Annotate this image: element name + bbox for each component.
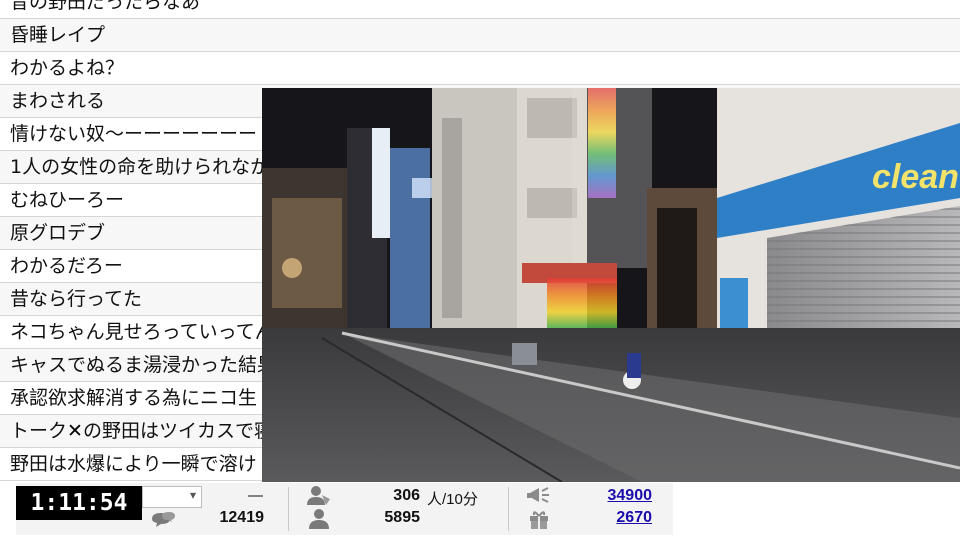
comment-icon (152, 512, 175, 527)
comment-text: 原グロデブ (10, 222, 106, 244)
comment-text: 情けない奴〜ーーーーーーー (10, 123, 258, 145)
comment-text: 昔なら行ってた (10, 288, 143, 310)
total-viewers-count: 5895 (384, 509, 420, 526)
comment-row[interactable]: 昏睡レイプ (0, 19, 960, 52)
comment-text: わかるだろー (10, 255, 123, 277)
dash-label: — (248, 487, 263, 504)
x-mark-icon: ✕ (67, 420, 83, 442)
comment-text-after: の野田はツイカスで寝 (82, 420, 273, 442)
total-viewers-icon (309, 509, 329, 529)
elapsed-time: 1:11:54 (16, 486, 142, 520)
comment-row[interactable]: わかるよね？ (0, 52, 960, 85)
comment-text: 昔の野田だったらなあ (10, 0, 201, 13)
active-viewers-unit: 人/10分 (427, 491, 478, 508)
divider (288, 487, 289, 531)
shop-sign: clean (872, 158, 959, 196)
comment-row[interactable]: 昔の野田だったらなあ (0, 0, 960, 19)
comment-text: まわされる (10, 90, 106, 112)
chevron-down-icon: ▾ (189, 488, 196, 502)
comment-text: わかるよね？ (10, 57, 125, 79)
status-bar: 1:11:54 ▾ — 12419 306 人/10分 5895 34900 2… (16, 483, 673, 535)
street-scene: clean (262, 88, 960, 482)
points-icon (527, 487, 549, 503)
divider (508, 487, 509, 531)
quality-dropdown[interactable]: ▾ (142, 486, 202, 508)
comment-text: キャスでぬるま湯浸かった結果 (10, 354, 277, 376)
active-viewers-icon (307, 486, 330, 505)
comment-count: 12419 (219, 509, 265, 526)
gift-icon (530, 511, 548, 529)
comment-text: むねひーろー (10, 189, 125, 211)
comment-text: 昏睡レイプ (10, 24, 106, 46)
comment-text: 承認欲求解消する為にニコ生 (10, 387, 258, 409)
points-link[interactable]: 34900 (576, 487, 653, 505)
comment-text: ネコちゃん見せろっていってんの (10, 321, 293, 343)
gifts-link[interactable]: 2670 (576, 509, 652, 527)
comment-text-before: トーク (10, 420, 68, 442)
comment-text: 1人の女性の命を助けられなか (10, 156, 270, 178)
active-viewers-count: 306 (393, 487, 420, 504)
comment-text: 野田は水爆により一瞬で溶け (10, 453, 257, 475)
video-player[interactable]: clean (262, 88, 960, 482)
